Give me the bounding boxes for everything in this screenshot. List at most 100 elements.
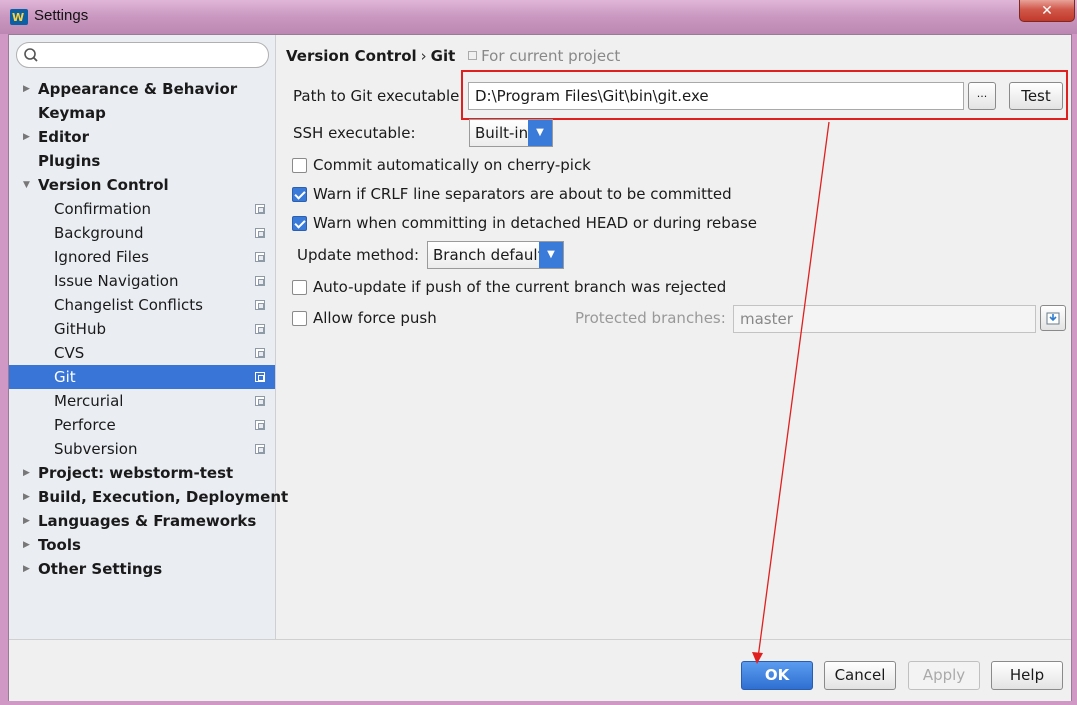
settings-window: W Settings ✕ ▶ Appearance & Behavior Key…: [0, 0, 1077, 705]
expand-field-icon: [1046, 312, 1060, 325]
sidebar-item-label: Appearance & Behavior: [38, 80, 238, 98]
sidebar-item-perforce[interactable]: Perforce: [9, 413, 275, 437]
expand-arrow-icon[interactable]: ▶: [23, 125, 35, 149]
update-method-select[interactable]: Branch default ▼: [427, 241, 564, 269]
project-level-icon: [255, 228, 265, 238]
edit-branches-button[interactable]: [1040, 305, 1066, 331]
ok-button[interactable]: OK: [741, 661, 813, 690]
sidebar-item-background[interactable]: Background: [9, 221, 275, 245]
sidebar-item-label: Changelist Conflicts: [54, 296, 203, 314]
sidebar-item-languages-frameworks[interactable]: ▶ Languages & Frameworks: [9, 509, 275, 533]
commit-auto-label[interactable]: Commit automatically on cherry-pick: [313, 156, 591, 174]
sidebar-item-github[interactable]: GitHub: [9, 317, 275, 341]
warn-crlf-label[interactable]: Warn if CRLF line separators are about t…: [313, 185, 732, 203]
project-level-icon: [255, 324, 265, 334]
apply-button[interactable]: Apply: [908, 661, 980, 690]
sidebar-item-other-settings[interactable]: ▶ Other Settings: [9, 557, 275, 581]
sidebar-item-label: Git: [54, 368, 76, 386]
sidebar-item-git[interactable]: Git: [9, 365, 275, 389]
cancel-button[interactable]: Cancel: [824, 661, 896, 690]
expand-arrow-icon[interactable]: ▶: [23, 509, 35, 533]
allow-force-push-label[interactable]: Allow force push: [313, 309, 437, 327]
expand-arrow-icon[interactable]: ▶: [23, 557, 35, 581]
sidebar-item-ignored-files[interactable]: Ignored Files: [9, 245, 275, 269]
expand-arrow-icon[interactable]: ▶: [23, 77, 35, 101]
ssh-executable-select[interactable]: Built-in ▼: [469, 119, 553, 147]
sidebar-item-confirmation[interactable]: Confirmation: [9, 197, 275, 221]
allow-force-push-checkbox[interactable]: [292, 311, 307, 326]
help-button[interactable]: Help: [991, 661, 1063, 690]
sidebar-item-label: Project: webstorm-test: [38, 464, 234, 482]
ssh-executable-value: Built-in: [475, 124, 529, 142]
sidebar-item-tools[interactable]: ▶ Tools: [9, 533, 275, 557]
git-path-label: Path to Git executable:: [293, 87, 465, 105]
project-level-icon: [255, 276, 265, 286]
warn-crlf-checkbox[interactable]: [292, 187, 307, 202]
sidebar-item-appearance-behavior[interactable]: ▶ Appearance & Behavior: [9, 77, 275, 101]
settings-dialog: ▶ Appearance & Behavior Keymap ▶ Editor …: [8, 34, 1072, 701]
sidebar-item-label: Mercurial: [54, 392, 124, 410]
settings-sidebar: ▶ Appearance & Behavior Keymap ▶ Editor …: [9, 35, 288, 639]
sidebar-item-label: Other Settings: [38, 560, 163, 578]
sidebar-item-label: Tools: [38, 536, 81, 554]
project-level-icon: [468, 51, 478, 60]
auto-update-label[interactable]: Auto-update if push of the current branc…: [313, 278, 726, 296]
sidebar-item-plugins[interactable]: Plugins: [9, 149, 275, 173]
expand-arrow-icon[interactable]: ▶: [23, 485, 35, 509]
search-icon: [24, 48, 38, 62]
sidebar-item-label: Keymap: [38, 104, 106, 122]
sidebar-item-version-control[interactable]: ▼ Version Control: [9, 173, 275, 197]
sidebar-item-label: Confirmation: [54, 200, 152, 218]
sidebar-item-label: Plugins: [38, 152, 101, 170]
scope-label: For current project: [481, 47, 621, 65]
dialog-footer: OK Cancel Apply Help: [9, 639, 1071, 701]
chevron-down-icon[interactable]: ▼: [539, 242, 563, 268]
sidebar-item-issue-navigation[interactable]: Issue Navigation: [9, 269, 275, 293]
window-title: Settings: [34, 7, 89, 24]
protected-branches-input[interactable]: master: [733, 305, 1036, 333]
webstorm-app-icon: W: [10, 9, 28, 25]
expand-arrow-icon[interactable]: ▶: [23, 461, 35, 485]
project-level-icon: [255, 444, 265, 454]
annotation-highlight-box: [461, 70, 1068, 120]
sidebar-item-editor[interactable]: ▶ Editor: [9, 125, 275, 149]
sidebar-item-keymap[interactable]: Keymap: [9, 101, 275, 125]
expand-arrow-icon[interactable]: ▶: [23, 533, 35, 557]
project-level-icon: [255, 252, 265, 262]
git-settings-panel: Version Control › Git For current project …: [277, 35, 1071, 639]
project-level-icon: [255, 420, 265, 430]
sidebar-item-cvs[interactable]: CVS: [9, 341, 275, 365]
breadcrumb-parent[interactable]: Version Control: [286, 47, 417, 65]
sidebar-item-label: Languages & Frameworks: [38, 512, 257, 530]
sidebar-item-project[interactable]: ▶ Project: webstorm-test: [9, 461, 275, 485]
breadcrumb: Version Control › Git For current project: [286, 47, 620, 65]
sidebar-item-label: Issue Navigation: [54, 272, 179, 290]
sidebar-item-label: GitHub: [54, 320, 106, 338]
sidebar-item-build-execution-deployment[interactable]: ▶ Build, Execution, Deployment: [9, 485, 288, 509]
sidebar-item-subversion[interactable]: Subversion: [9, 437, 275, 461]
sidebar-item-label: CVS: [54, 344, 85, 362]
project-level-icon: [255, 396, 265, 406]
warn-detached-head-label[interactable]: Warn when committing in detached HEAD or…: [313, 214, 757, 232]
scope-note: For current project: [468, 47, 620, 65]
settings-search-input[interactable]: [16, 42, 269, 68]
breadcrumb-current: Git: [430, 47, 456, 65]
sidebar-item-label: Background: [54, 224, 144, 242]
sidebar-item-label: Editor: [38, 128, 89, 146]
project-level-icon: [255, 204, 265, 214]
chevron-down-icon[interactable]: ▼: [528, 120, 552, 146]
warn-detached-head-checkbox[interactable]: [292, 216, 307, 231]
sidebar-item-changelist-conflicts[interactable]: Changelist Conflicts: [9, 293, 275, 317]
collapse-arrow-icon[interactable]: ▼: [23, 173, 35, 197]
auto-update-checkbox[interactable]: [292, 280, 307, 295]
window-close-button[interactable]: ✕: [1019, 0, 1075, 22]
update-method-value: Branch default: [433, 246, 544, 264]
sidebar-item-label: Version Control: [38, 176, 169, 194]
sidebar-item-mercurial[interactable]: Mercurial: [9, 389, 275, 413]
title-bar[interactable]: W Settings ✕: [0, 0, 1077, 34]
commit-auto-checkbox[interactable]: [292, 158, 307, 173]
project-level-icon: [255, 348, 265, 358]
sidebar-item-label: Perforce: [54, 416, 116, 434]
breadcrumb-separator: ›: [420, 47, 427, 65]
ssh-executable-label: SSH executable:: [293, 124, 416, 142]
